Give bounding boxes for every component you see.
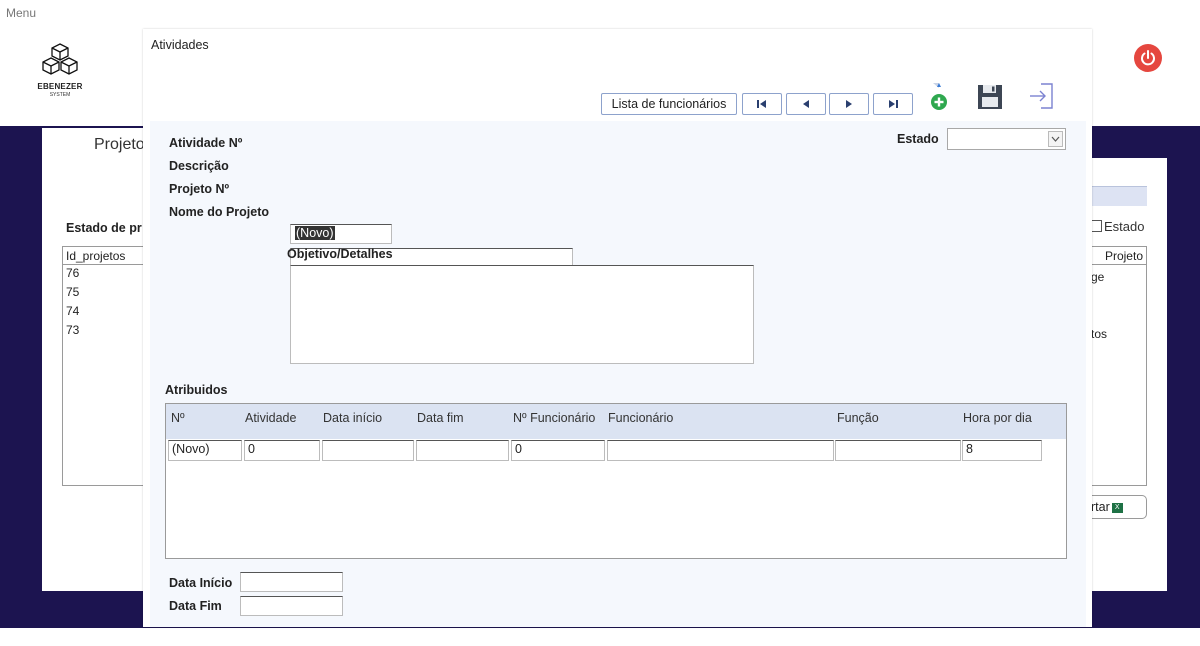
- floppy-disk-icon: [978, 85, 1002, 109]
- column-header[interactable]: Atividade: [245, 411, 296, 425]
- list-item[interactable]: 75: [63, 284, 151, 303]
- atribuidos-title: Atribuidos: [165, 383, 228, 397]
- descricao-label: Descrição: [169, 159, 229, 173]
- first-record-button[interactable]: [742, 93, 782, 115]
- logo-subtitle: SYSTEM: [49, 92, 71, 98]
- exit-button[interactable]: [1027, 81, 1057, 111]
- atividade-no-field[interactable]: (Novo): [290, 224, 392, 244]
- atribuidos-grid[interactable]: Nº Atividade Data início Data fim Nº Fun…: [165, 403, 1067, 559]
- column-header[interactable]: Nº Funcionário: [513, 411, 595, 425]
- column-header[interactable]: Nº: [171, 411, 185, 425]
- menu-label[interactable]: Menu: [6, 6, 36, 20]
- bottom-strip: [0, 628, 1200, 646]
- atividades-modal: Atividades Lista de funcionários Ativida…: [143, 29, 1092, 627]
- logo-name: EBENEZER: [37, 82, 83, 91]
- exit-icon: [1030, 83, 1053, 109]
- previous-record-icon: [803, 100, 809, 108]
- first-record-icon: [757, 100, 766, 108]
- grid-header: Nº Atividade Data início Data fim Nº Fun…: [166, 404, 1066, 439]
- column-header[interactable]: Função: [837, 411, 879, 425]
- grid-cell-funcao[interactable]: [835, 440, 961, 461]
- grid-cell-funcionario[interactable]: [607, 440, 834, 461]
- projects-list[interactable]: Id_projetos 76 75 74 73: [62, 246, 152, 486]
- new-record-button[interactable]: [925, 81, 953, 111]
- data-inicio-label: Data Início: [169, 576, 233, 590]
- last-record-icon: [889, 100, 898, 108]
- grid-cell-data-fim[interactable]: [416, 440, 509, 461]
- grid-cell-data-inicio[interactable]: [322, 440, 414, 461]
- logo: [30, 42, 90, 108]
- modal-title: Atividades: [151, 38, 209, 52]
- column-header[interactable]: Funcionário: [608, 411, 673, 425]
- right-filter-bar: [1092, 186, 1147, 206]
- add-document-icon: [931, 83, 947, 110]
- export-label: rtar: [1091, 500, 1110, 514]
- data-inicio-field[interactable]: [240, 572, 343, 592]
- data-fim-field[interactable]: [240, 596, 343, 616]
- projects-list-header[interactable]: Id_projetos: [63, 247, 151, 265]
- estado-label: Estado: [897, 132, 939, 146]
- cubes-logo-icon: [42, 43, 78, 75]
- list-item: tos: [1091, 327, 1108, 341]
- next-record-button[interactable]: [829, 93, 869, 115]
- form-body: Atividade Nº (Novo) Descrição Projeto Nº…: [150, 121, 1086, 627]
- chevron-down-icon[interactable]: [1048, 131, 1063, 147]
- previous-record-button[interactable]: [786, 93, 826, 115]
- atividade-no-value: (Novo): [295, 226, 335, 240]
- list-item[interactable]: 76: [63, 265, 151, 284]
- estado-checkbox[interactable]: [1092, 220, 1102, 232]
- projects-title: Projeto: [94, 136, 145, 153]
- project-state-label: Estado de pr: [66, 221, 142, 235]
- employee-list-button[interactable]: Lista de funcionários: [601, 93, 737, 115]
- grid-cell-hora-por-dia[interactable]: 8: [962, 440, 1042, 461]
- column-header[interactable]: Data início: [323, 411, 382, 425]
- column-header[interactable]: Hora por dia: [963, 411, 1032, 425]
- list-item[interactable]: 74: [63, 303, 151, 322]
- estado-select[interactable]: [947, 128, 1066, 150]
- column-header[interactable]: Data fim: [417, 411, 464, 425]
- estado-filter-label: Estado: [1104, 219, 1145, 234]
- excel-icon: X: [1111, 502, 1123, 513]
- next-record-icon: [846, 100, 852, 108]
- save-button[interactable]: [977, 83, 1003, 111]
- grid-cell-no-funcionario[interactable]: 0: [511, 440, 605, 461]
- nome-projeto-label: Nome do Projeto: [169, 205, 270, 219]
- grid-cell-no[interactable]: (Novo): [168, 440, 242, 461]
- grid-cell-atividade[interactable]: 0: [244, 440, 320, 461]
- last-record-button[interactable]: [873, 93, 913, 115]
- atividade-no-label: Atividade Nº: [169, 136, 243, 150]
- data-fim-label: Data Fim: [169, 599, 222, 613]
- list-item[interactable]: 73: [63, 322, 151, 341]
- objetivo-label: Objetivo/Detalhes: [287, 247, 393, 261]
- objetivo-textarea[interactable]: [290, 265, 754, 364]
- list-item: ge: [1091, 270, 1105, 284]
- power-button[interactable]: [1134, 44, 1162, 72]
- power-icon: [1141, 50, 1155, 66]
- projeto-no-label: Projeto Nº: [169, 182, 230, 196]
